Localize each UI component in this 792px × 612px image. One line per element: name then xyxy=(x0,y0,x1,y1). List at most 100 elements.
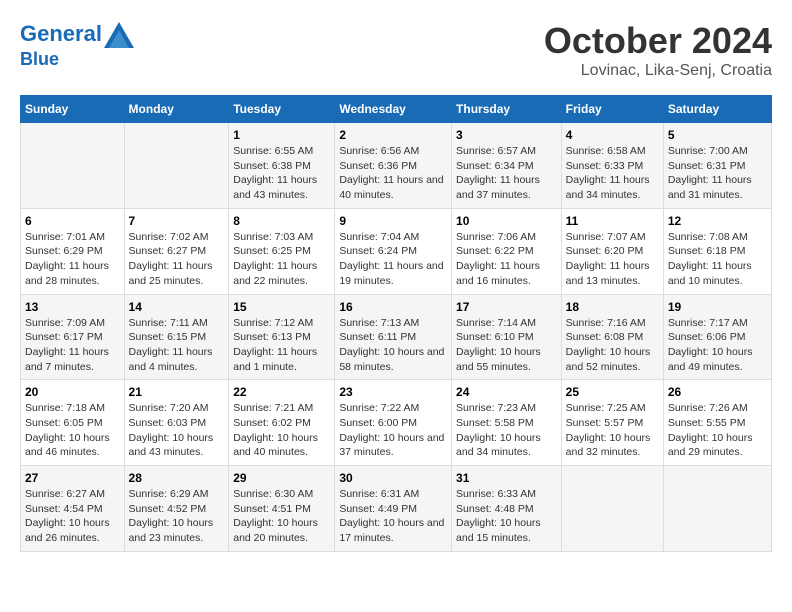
day-info: Sunrise: 7:23 AMSunset: 5:58 PMDaylight:… xyxy=(456,401,557,460)
day-header-saturday: Saturday xyxy=(663,96,771,123)
calendar-cell: 14Sunrise: 7:11 AMSunset: 6:15 PMDayligh… xyxy=(124,294,229,380)
day-header-sunday: Sunday xyxy=(21,96,125,123)
calendar-cell: 10 Sunrise: 7:06 AMSunset: 6:22 PMDayligh… xyxy=(452,208,562,294)
day-number: 19 xyxy=(668,300,767,314)
day-number: 27 xyxy=(25,471,120,485)
calendar-cell: 19 Sunrise: 7:17 AMSunset: 6:06 PMDayligh… xyxy=(663,294,771,380)
day-info: Sunrise: 7:00 AMSunset: 6:31 PMDaylight:… xyxy=(668,144,767,203)
calendar-cell: 2 Sunrise: 6:56 AMSunset: 6:36 PMDaylight… xyxy=(335,123,452,209)
calendar-cell: 13Sunrise: 7:09 AMSunset: 6:17 PMDayligh… xyxy=(21,294,125,380)
calendar-cell: 12Sunrise: 7:08 AMSunset: 6:18 PMDayligh… xyxy=(663,208,771,294)
calendar-cell xyxy=(124,123,229,209)
logo: General Blue xyxy=(20,20,134,70)
day-info: Sunrise: 7:14 AMSunset: 6:10 PMDaylight:… xyxy=(456,316,557,375)
calendar-cell xyxy=(663,466,771,552)
day-number: 20 xyxy=(25,385,120,399)
day-header-friday: Friday xyxy=(561,96,663,123)
location-title: Lovinac, Lika-Senj, Croatia xyxy=(544,62,772,80)
calendar-cell: 22 Sunrise: 7:21 AMSunset: 6:02 PMDayligh… xyxy=(229,380,335,466)
day-number: 4 xyxy=(566,128,659,142)
day-number: 3 xyxy=(456,128,557,142)
day-info: Sunrise: 7:17 AMSunset: 6:06 PMDaylight:… xyxy=(668,316,767,375)
calendar-table: SundayMondayTuesdayWednesdayThursdayFrid… xyxy=(20,95,772,552)
calendar-cell: 6Sunrise: 7:01 AMSunset: 6:29 PMDaylight… xyxy=(21,208,125,294)
calendar-cell: 18Sunrise: 7:16 AMSunset: 6:08 PMDayligh… xyxy=(561,294,663,380)
day-info: Sunrise: 6:58 AMSunset: 6:33 PMDaylight:… xyxy=(566,144,659,203)
day-number: 26 xyxy=(668,385,767,399)
title-block: October 2024 Lovinac, Lika-Senj, Croatia xyxy=(544,20,772,80)
calendar-header-row: SundayMondayTuesdayWednesdayThursdayFrid… xyxy=(21,96,772,123)
calendar-cell: 25 Sunrise: 7:25 AMSunset: 5:57 PMDayligh… xyxy=(561,380,663,466)
day-number: 16 xyxy=(339,300,447,314)
logo-icon xyxy=(104,20,134,50)
calendar-cell: 9 Sunrise: 7:04 AMSunset: 6:24 PMDaylight… xyxy=(335,208,452,294)
day-info: Sunrise: 7:08 AMSunset: 6:18 PMDaylight:… xyxy=(668,230,767,289)
day-number: 23 xyxy=(339,385,447,399)
calendar-cell: 7 Sunrise: 7:02 AMSunset: 6:27 PMDaylight… xyxy=(124,208,229,294)
calendar-cell: 31 Sunrise: 6:33 AMSunset: 4:48 PMDayligh… xyxy=(452,466,562,552)
day-info: Sunrise: 6:31 AMSunset: 4:49 PMDaylight:… xyxy=(339,487,447,546)
day-header-tuesday: Tuesday xyxy=(229,96,335,123)
day-header-monday: Monday xyxy=(124,96,229,123)
day-info: Sunrise: 7:04 AMSunset: 6:24 PMDaylight:… xyxy=(339,230,447,289)
calendar-week-1: 1 Sunrise: 6:55 AMSunset: 6:38 PMDaylight… xyxy=(21,123,772,209)
day-number: 5 xyxy=(668,128,767,142)
day-number: 13 xyxy=(25,300,120,314)
calendar-cell: 3 Sunrise: 6:57 AMSunset: 6:34 PMDaylight… xyxy=(452,123,562,209)
calendar-cell: 8 Sunrise: 7:03 AMSunset: 6:25 PMDaylight… xyxy=(229,208,335,294)
calendar-cell: 16Sunrise: 7:13 AMSunset: 6:11 PMDayligh… xyxy=(335,294,452,380)
day-number: 9 xyxy=(339,214,447,228)
day-info: Sunrise: 6:55 AMSunset: 6:38 PMDaylight:… xyxy=(233,144,330,203)
day-number: 2 xyxy=(339,128,447,142)
day-number: 1 xyxy=(233,128,330,142)
calendar-cell: 1 Sunrise: 6:55 AMSunset: 6:38 PMDaylight… xyxy=(229,123,335,209)
day-number: 22 xyxy=(233,385,330,399)
day-number: 8 xyxy=(233,214,330,228)
day-info: Sunrise: 7:26 AMSunset: 5:55 PMDaylight:… xyxy=(668,401,767,460)
day-number: 30 xyxy=(339,471,447,485)
calendar-cell: 29Sunrise: 6:30 AMSunset: 4:51 PMDayligh… xyxy=(229,466,335,552)
day-number: 25 xyxy=(566,385,659,399)
logo-subtext: Blue xyxy=(20,50,134,70)
calendar-cell: 11Sunrise: 7:07 AMSunset: 6:20 PMDayligh… xyxy=(561,208,663,294)
day-info: Sunrise: 7:11 AMSunset: 6:15 PMDaylight:… xyxy=(129,316,225,375)
day-number: 11 xyxy=(566,214,659,228)
day-info: Sunrise: 6:29 AMSunset: 4:52 PMDaylight:… xyxy=(129,487,225,546)
day-number: 10 xyxy=(456,214,557,228)
calendar-cell: 4 Sunrise: 6:58 AMSunset: 6:33 PMDaylight… xyxy=(561,123,663,209)
calendar-cell: 26 Sunrise: 7:26 AMSunset: 5:55 PMDayligh… xyxy=(663,380,771,466)
calendar-cell: 20 Sunrise: 7:18 AMSunset: 6:05 PMDayligh… xyxy=(21,380,125,466)
calendar-week-4: 20 Sunrise: 7:18 AMSunset: 6:05 PMDayligh… xyxy=(21,380,772,466)
day-info: Sunrise: 7:21 AMSunset: 6:02 PMDaylight:… xyxy=(233,401,330,460)
calendar-cell: 23Sunrise: 7:22 AMSunset: 6:00 PMDayligh… xyxy=(335,380,452,466)
day-number: 7 xyxy=(129,214,225,228)
day-info: Sunrise: 7:02 AMSunset: 6:27 PMDaylight:… xyxy=(129,230,225,289)
day-info: Sunrise: 7:06 AMSunset: 6:22 PMDaylight:… xyxy=(456,230,557,289)
day-info: Sunrise: 7:25 AMSunset: 5:57 PMDaylight:… xyxy=(566,401,659,460)
calendar-cell: 17Sunrise: 7:14 AMSunset: 6:10 PMDayligh… xyxy=(452,294,562,380)
day-info: Sunrise: 7:03 AMSunset: 6:25 PMDaylight:… xyxy=(233,230,330,289)
day-number: 15 xyxy=(233,300,330,314)
logo-text: General xyxy=(20,20,134,50)
day-number: 28 xyxy=(129,471,225,485)
calendar-cell xyxy=(561,466,663,552)
calendar-cell: 5 Sunrise: 7:00 AMSunset: 6:31 PMDaylight… xyxy=(663,123,771,209)
day-info: Sunrise: 6:56 AMSunset: 6:36 PMDaylight:… xyxy=(339,144,447,203)
day-number: 18 xyxy=(566,300,659,314)
day-header-thursday: Thursday xyxy=(452,96,562,123)
day-number: 24 xyxy=(456,385,557,399)
day-info: Sunrise: 6:57 AMSunset: 6:34 PMDaylight:… xyxy=(456,144,557,203)
calendar-cell: 27Sunrise: 6:27 AMSunset: 4:54 PMDayligh… xyxy=(21,466,125,552)
page-header: General Blue October 2024 Lovinac, Lika-… xyxy=(20,20,772,80)
calendar-week-5: 27Sunrise: 6:27 AMSunset: 4:54 PMDayligh… xyxy=(21,466,772,552)
day-number: 31 xyxy=(456,471,557,485)
day-number: 21 xyxy=(129,385,225,399)
day-info: Sunrise: 7:18 AMSunset: 6:05 PMDaylight:… xyxy=(25,401,120,460)
day-info: Sunrise: 7:20 AMSunset: 6:03 PMDaylight:… xyxy=(129,401,225,460)
day-header-wednesday: Wednesday xyxy=(335,96,452,123)
calendar-week-3: 13Sunrise: 7:09 AMSunset: 6:17 PMDayligh… xyxy=(21,294,772,380)
calendar-cell: 15Sunrise: 7:12 AMSunset: 6:13 PMDayligh… xyxy=(229,294,335,380)
day-info: Sunrise: 6:33 AMSunset: 4:48 PMDaylight:… xyxy=(456,487,557,546)
calendar-cell: 30 Sunrise: 6:31 AMSunset: 4:49 PMDayligh… xyxy=(335,466,452,552)
calendar-cell: 28 Sunrise: 6:29 AMSunset: 4:52 PMDayligh… xyxy=(124,466,229,552)
